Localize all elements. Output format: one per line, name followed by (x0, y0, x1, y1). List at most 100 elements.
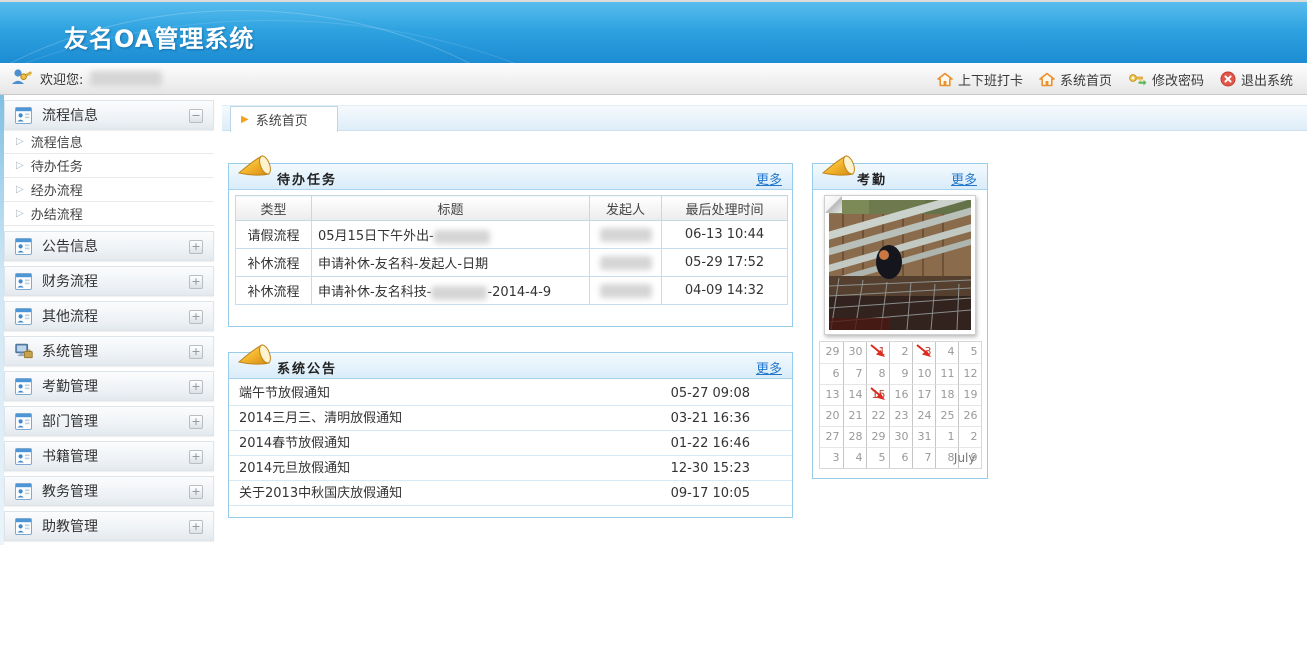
expand-icon[interactable]: + (189, 380, 203, 394)
calendar-day[interactable]: 5 (866, 447, 889, 468)
calendar-day[interactable]: 7 (843, 363, 866, 384)
calendar-day[interactable]: 3 (820, 447, 843, 468)
announcement-item[interactable]: 端午节放假通知05-27 09:08 (229, 381, 792, 406)
expand-icon[interactable]: + (189, 520, 203, 534)
sidebar-item-label: 考勤管理 (42, 376, 98, 396)
calendar-day[interactable]: 1 (935, 426, 958, 447)
attendance-mark-icon (867, 385, 890, 406)
calendar-day[interactable]: 30 (843, 342, 866, 363)
calendar-day[interactable]: 14 (843, 384, 866, 405)
calendar-day[interactable]: 18 (935, 384, 958, 405)
sidebar-item-0[interactable]: 流程信息− (4, 100, 214, 130)
calendar-day[interactable]: 27 (820, 426, 843, 447)
welcome-bar: 欢迎您: 上下班打卡 系统首页 修改密码 退出系统 (0, 63, 1307, 95)
calendar-day[interactable]: 22 (866, 405, 889, 426)
expand-icon[interactable]: + (189, 240, 203, 254)
announcement-item[interactable]: 关于2013中秋国庆放假通知09-17 10:05 (229, 481, 792, 506)
attendance-mark-icon (913, 342, 936, 363)
calendar-day[interactable]: 10 (912, 363, 935, 384)
sidebar-subitem[interactable]: ▷待办任务 (4, 154, 214, 178)
calendar-day[interactable]: 4 (843, 447, 866, 468)
calendar-day[interactable]: 20 (820, 405, 843, 426)
announcement-item[interactable]: 2014三月三、清明放假通知03-21 16:36 (229, 406, 792, 431)
sidebar-item-1[interactable]: 公告信息+ (4, 231, 214, 261)
calendar-day[interactable]: 29 (866, 426, 889, 447)
tab-system-home[interactable]: ▶ 系统首页 (230, 106, 338, 132)
calendar-day[interactable]: 13 (820, 384, 843, 405)
expand-icon[interactable]: + (189, 415, 203, 429)
logout-link[interactable]: 退出系统 (1220, 70, 1293, 89)
calendar-day[interactable]: 29 (820, 342, 843, 363)
todo-row[interactable]: 补休流程申请补休-友名科-发起人-日期05-29 17:52 (236, 249, 788, 277)
sidebar-subitem[interactable]: ▷流程信息 (4, 130, 214, 154)
system-home-link[interactable]: 系统首页 (1039, 70, 1112, 89)
sidebar-subitem[interactable]: ▷办结流程 (4, 202, 214, 226)
sidebar-item-3[interactable]: 其他流程+ (4, 301, 214, 331)
sidebar-item-7[interactable]: 书籍管理+ (4, 441, 214, 471)
calendar-day[interactable]: 7 (912, 447, 935, 468)
calendar-day[interactable]: 26 (958, 405, 981, 426)
sidebar-item-5[interactable]: 考勤管理 + (4, 371, 214, 401)
calendar-day[interactable]: 8 (935, 447, 958, 468)
announcement-item[interactable]: 2014春节放假通知01-22 16:46 (229, 431, 792, 456)
attendance-more-link[interactable]: 更多 (951, 169, 977, 188)
calendar-day[interactable]: 30 (889, 426, 912, 447)
calendar-day[interactable]: 5 (958, 342, 981, 363)
announcement-item[interactable]: 2014元旦放假通知12-30 15:23 (229, 456, 792, 481)
attendance-calendar: 2930123456789101112131415161718192021222… (819, 341, 982, 469)
change-password-link[interactable]: 修改密码 (1128, 70, 1204, 89)
sidebar-item-2[interactable]: 财务流程 + (4, 266, 214, 296)
announcements-more-link[interactable]: 更多 (756, 358, 782, 377)
photo-image (829, 200, 971, 330)
clock-in-link[interactable]: 上下班打卡 (937, 70, 1023, 89)
sidebar-item-label: 部门管理 (42, 411, 98, 431)
calendar-day[interactable]: 1 (866, 342, 889, 363)
triangle-icon: ▷ (16, 184, 24, 195)
calendar-day[interactable]: 11 (935, 363, 958, 384)
column-type: 类型 (236, 196, 312, 221)
sidebar-subitem-label: 经办流程 (31, 180, 83, 199)
sidebar-subitem-label: 办结流程 (31, 204, 83, 223)
calendar-day[interactable]: 6 (889, 447, 912, 468)
sidebar-subitem[interactable]: ▷ 经办流程 (4, 178, 214, 202)
calendar-day[interactable]: 16 (889, 384, 912, 405)
calendar-day[interactable]: 4 (935, 342, 958, 363)
sidebar-item-4[interactable]: 系统管理+ (4, 336, 214, 366)
calendar-day[interactable]: 19 (958, 384, 981, 405)
attendance-panel-header: 考勤 更多 (813, 164, 987, 190)
calendar-day[interactable]: 31 (912, 426, 935, 447)
calendar-day[interactable]: 21 (843, 405, 866, 426)
announcement-title: 关于2013中秋国庆放假通知 (239, 486, 402, 501)
expand-icon[interactable]: + (189, 310, 203, 324)
attendance-panel: 考勤 更多 (812, 163, 988, 479)
calendar-day[interactable]: 8 (866, 363, 889, 384)
todo-row[interactable]: 补休流程申请补休-友名科技--2014-4-904-09 14:32 (236, 277, 788, 305)
sidebar-item-6[interactable]: 部门管理 + (4, 406, 214, 436)
todo-more-link[interactable]: 更多 (756, 169, 782, 188)
collapse-icon[interactable]: − (189, 109, 203, 123)
calendar-day[interactable]: 12 (958, 363, 981, 384)
expand-icon[interactable]: + (189, 450, 203, 464)
expand-icon[interactable]: + (189, 275, 203, 289)
announcements-panel-header: 系统公告 更多 (229, 353, 792, 379)
sidebar-item-8[interactable]: 教务管理+ (4, 476, 214, 506)
sidebar-subitem-label: 待办任务 (31, 156, 83, 175)
calendar-day[interactable]: 2 (889, 342, 912, 363)
todo-row[interactable]: 请假流程05月15日下午外出-06-13 10:44 (236, 221, 788, 249)
calendar-day[interactable]: 17 (912, 384, 935, 405)
calendar-day[interactable]: 3 (912, 342, 935, 363)
calendar-day[interactable]: 9 (958, 447, 981, 468)
sidebar-item-label: 财务流程 (42, 271, 98, 291)
expand-icon[interactable]: + (189, 345, 203, 359)
calendar-day[interactable]: 6 (820, 363, 843, 384)
calendar-day[interactable]: 25 (935, 405, 958, 426)
expand-icon[interactable]: + (189, 485, 203, 499)
calendar-day[interactable]: 9 (889, 363, 912, 384)
attendance-photo[interactable] (824, 195, 976, 335)
calendar-day[interactable]: 15 (866, 384, 889, 405)
sidebar-item-9[interactable]: 助教管理+ (4, 511, 214, 541)
calendar-day[interactable]: 28 (843, 426, 866, 447)
calendar-day[interactable]: 2 (958, 426, 981, 447)
calendar-day[interactable]: 24 (912, 405, 935, 426)
calendar-day[interactable]: 23 (889, 405, 912, 426)
